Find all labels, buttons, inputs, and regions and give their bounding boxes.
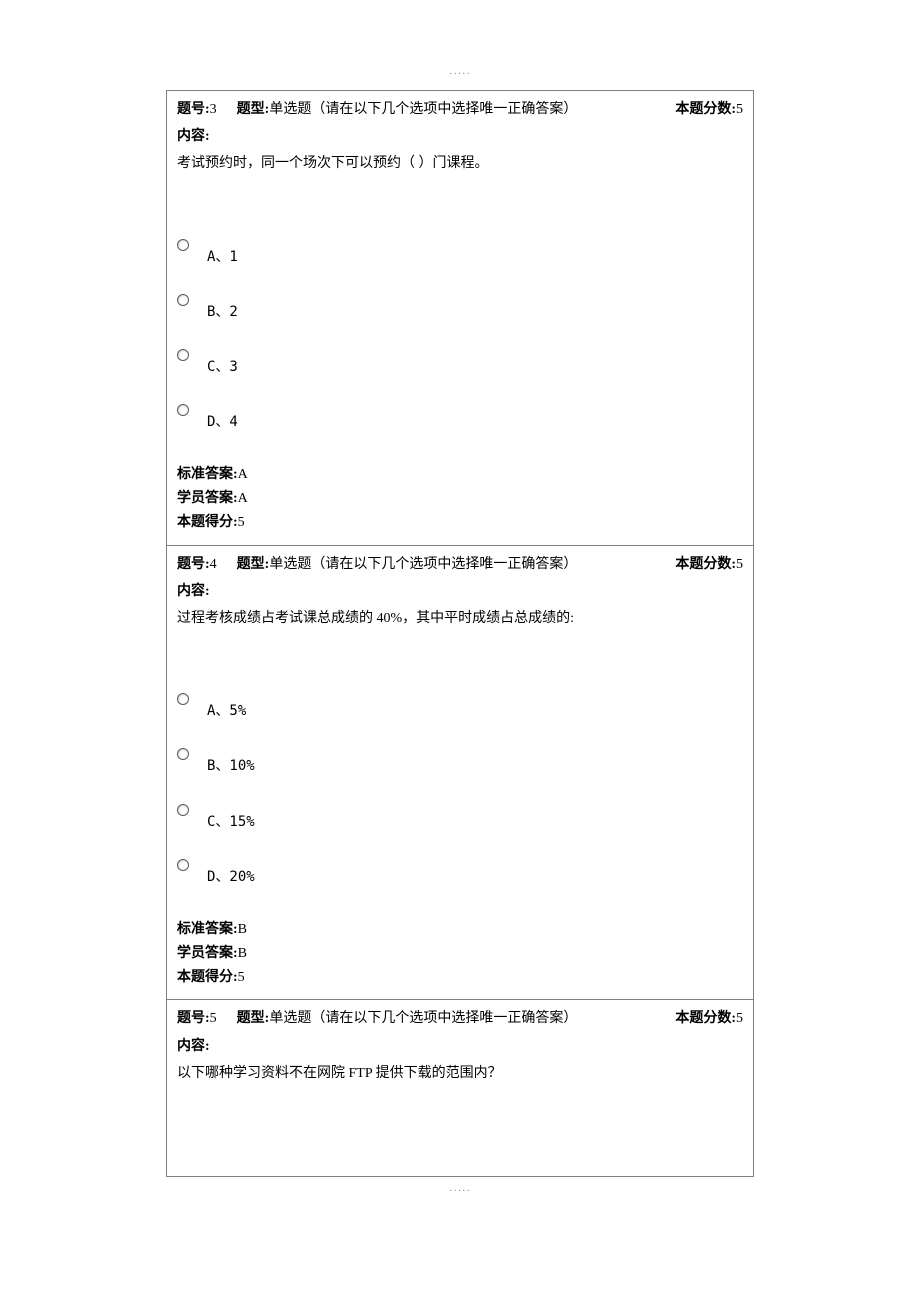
question-type: 题型:单选题（请在以下几个选项中选择唯一正确答案） [237,97,578,122]
earned-score-label: 本题得分: [177,970,238,985]
student-answer-label: 学员答案: [177,491,238,506]
option-label: C、3 [207,347,238,380]
question-score-label: 本题分数: [675,102,736,117]
question-type-value: 单选题（请在以下几个选项中选择唯一正确答案） [269,1011,577,1026]
option-label: D、4 [207,402,238,435]
radio-icon[interactable] [177,404,189,416]
radio-icon[interactable] [177,349,189,361]
option-row[interactable]: D、4 [177,402,743,435]
question-number-label: 题号: [177,557,210,572]
question-header: 题号:3 题型:单选题（请在以下几个选项中选择唯一正确答案） 本题分数:5 [177,97,743,122]
radio-icon[interactable] [177,748,189,760]
standard-answer-value: B [238,922,247,937]
content-text: 以下哪种学习资料不在网院 FTP 提供下载的范围内？ [177,1061,743,1086]
question-score: 本题分数:5 [675,552,743,577]
content-label: 内容: [177,579,743,604]
page-decoration-top: ····· [0,66,920,84]
question-type: 题型:单选题（请在以下几个选项中选择唯一正确答案） [237,1006,578,1031]
question-score-value: 5 [736,102,743,117]
question-number-label: 题号: [177,1011,210,1026]
content-label: 内容: [177,1034,743,1059]
student-answer-label: 学员答案: [177,946,238,961]
option-row[interactable]: C、3 [177,347,743,380]
earned-score-label: 本题得分: [177,515,238,530]
radio-icon[interactable] [177,859,189,871]
option-label: C、15% [207,802,255,835]
questions-container: 题号:3题型:单选题（请在以下几个选项中选择唯一正确答案）本题分数:5内容:考试… [166,90,754,1177]
earned-score: 本题得分:5 [177,966,743,990]
question-header-left: 题号:5 题型:单选题（请在以下几个选项中选择唯一正确答案） [177,1006,577,1031]
student-answer: 学员答案:B [177,942,743,966]
earned-score-value: 5 [238,970,245,985]
question-type-value: 单选题（请在以下几个选项中选择唯一正确答案） [269,557,577,572]
radio-icon[interactable] [177,804,189,816]
question-number-label: 题号: [177,102,210,117]
question-number-value: 4 [210,557,217,572]
question-score: 本题分数:5 [675,1006,743,1031]
options-list: A、5% B、10% C、15% D、20% [177,691,743,890]
earned-score: 本题得分:5 [177,511,743,535]
standard-answer-label: 标准答案: [177,467,238,482]
question-header: 题号:4 题型:单选题（请在以下几个选项中选择唯一正确答案） 本题分数:5 [177,552,743,577]
standard-answer-value: A [238,467,248,482]
question-header-left: 题号:3 题型:单选题（请在以下几个选项中选择唯一正确答案） [177,97,577,122]
option-label: B、2 [207,292,238,325]
option-row[interactable]: C、15% [177,802,743,835]
question-number: 题号:3 [177,97,217,122]
option-row[interactable]: B、10% [177,746,743,779]
earned-score-value: 5 [238,515,245,530]
question-score: 本题分数:5 [675,97,743,122]
question-type-label: 题型: [237,102,270,117]
question-score-label: 本题分数: [675,557,736,572]
radio-icon[interactable] [177,294,189,306]
option-row[interactable]: A、5% [177,691,743,724]
question-block: 题号:5题型:单选题（请在以下几个选项中选择唯一正确答案）本题分数:5内容:以下… [166,999,754,1177]
question-score-value: 5 [736,1011,743,1026]
content-label: 内容: [177,124,743,149]
student-answer: 学员答案:A [177,487,743,511]
question-number: 题号:4 [177,552,217,577]
option-label: A、1 [207,237,238,270]
question-type-value: 单选题（请在以下几个选项中选择唯一正确答案） [269,102,577,117]
question-header: 题号:5题型:单选题（请在以下几个选项中选择唯一正确答案）本题分数:5 [177,1006,743,1031]
content-text: 过程考核成绩占考试课总成绩的 40%，其中平时成绩占总成绩的: [177,606,743,631]
standard-answer-label: 标准答案: [177,922,238,937]
student-answer-value: A [238,491,248,506]
option-label: B、10% [207,746,255,779]
radio-icon[interactable] [177,239,189,251]
question-number-value: 3 [210,102,217,117]
options-placeholder [177,1086,743,1166]
question-number: 题号:5 [177,1006,217,1031]
page-decoration-bottom: ····· [0,1183,920,1201]
answers-section: 标准答案:B学员答案:B本题得分:5 [177,918,743,989]
answers-section: 标准答案:A学员答案:A本题得分:5 [177,463,743,534]
question-block: 题号:4题型:单选题（请在以下几个选项中选择唯一正确答案）本题分数:5内容:过程… [166,545,754,1000]
content-text: 考试预约时，同一个场次下可以预约（ ）门课程。 [177,151,743,176]
option-label: D、20% [207,857,255,890]
question-score-label: 本题分数: [675,1011,736,1026]
standard-answer: 标准答案:B [177,918,743,942]
options-list: A、1 B、2 C、3 D、4 [177,237,743,436]
option-label: A、5% [207,691,246,724]
option-row[interactable]: A、1 [177,237,743,270]
question-number-value: 5 [210,1011,217,1026]
question-block: 题号:3题型:单选题（请在以下几个选项中选择唯一正确答案）本题分数:5内容:考试… [166,90,754,545]
question-type-label: 题型: [237,557,270,572]
option-row[interactable]: B、2 [177,292,743,325]
question-type-label: 题型: [237,1011,270,1026]
question-score-value: 5 [736,557,743,572]
option-row[interactable]: D、20% [177,857,743,890]
standard-answer: 标准答案:A [177,463,743,487]
radio-icon[interactable] [177,693,189,705]
question-type: 题型:单选题（请在以下几个选项中选择唯一正确答案） [237,552,578,577]
student-answer-value: B [238,946,247,961]
question-header-left: 题号:4 题型:单选题（请在以下几个选项中选择唯一正确答案） [177,552,577,577]
